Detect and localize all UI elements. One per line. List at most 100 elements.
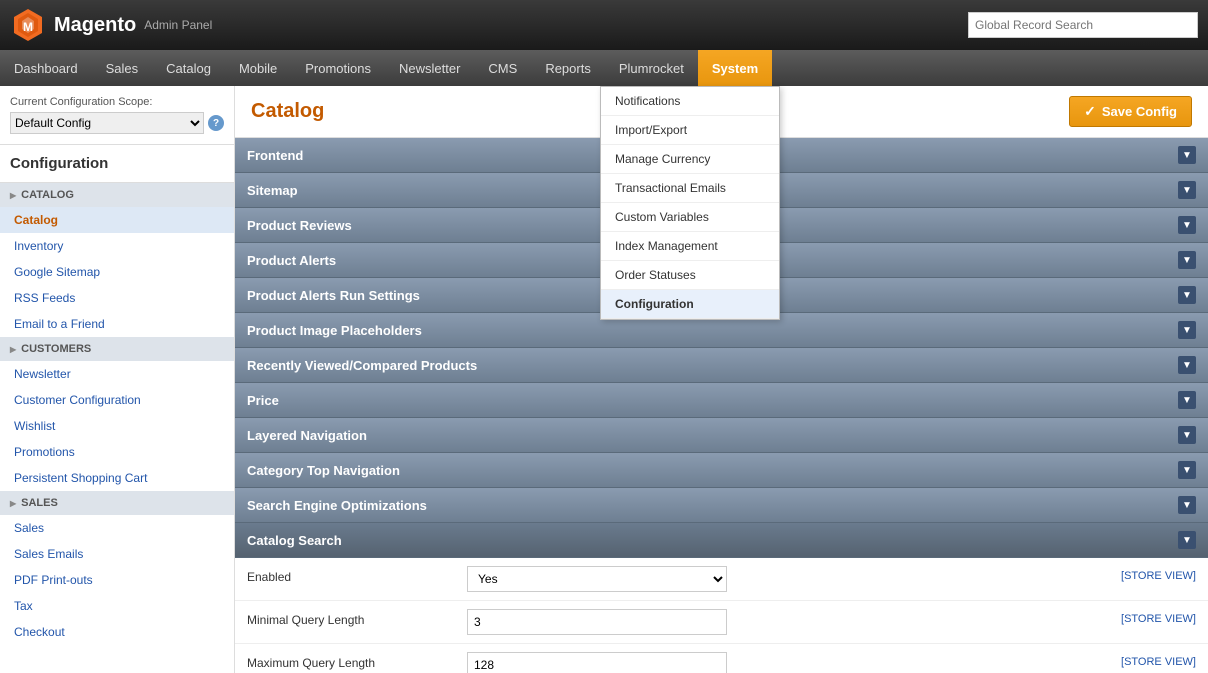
section-catalog-search-label: Catalog Search xyxy=(247,533,342,548)
page-title: Catalog xyxy=(251,100,324,123)
sidebar-link-wishlist[interactable]: Wishlist xyxy=(0,413,234,439)
section-product-image-chevron: ▼ xyxy=(1178,321,1196,339)
sidebar-link-pdf-printouts[interactable]: PDF Print-outs xyxy=(0,567,234,593)
section-category-nav-label: Category Top Navigation xyxy=(247,463,400,478)
logo-subtitle: Admin Panel xyxy=(144,18,212,32)
scope-help-icon[interactable]: ? xyxy=(208,115,224,131)
nav-newsletter[interactable]: Newsletter xyxy=(385,50,474,86)
nav-dashboard[interactable]: Dashboard xyxy=(0,50,92,86)
section-recently-viewed-label: Recently Viewed/Compared Products xyxy=(247,358,477,373)
logo-area: M Magento Admin Panel xyxy=(10,7,212,43)
section-frontend-label: Frontend xyxy=(247,148,303,163)
sidebar-config-title: Configuration xyxy=(0,145,234,183)
section-layered-nav-label: Layered Navigation xyxy=(247,428,367,443)
dropdown-manage-currency[interactable]: Manage Currency xyxy=(601,145,779,174)
dropdown-configuration[interactable]: Configuration xyxy=(601,290,779,319)
nav-plumrocket[interactable]: Plumrocket xyxy=(605,50,698,86)
scope-area: Current Configuration Scope: Default Con… xyxy=(0,86,234,145)
sidebar-link-newsletter[interactable]: Newsletter xyxy=(0,361,234,387)
section-frontend-chevron: ▼ xyxy=(1178,146,1196,164)
section-sitemap-label: Sitemap xyxy=(247,183,298,198)
sidebar-link-inventory[interactable]: Inventory xyxy=(0,233,234,259)
sidebar-link-rss-feeds[interactable]: RSS Feeds xyxy=(0,285,234,311)
section-category-nav-chevron: ▼ xyxy=(1178,461,1196,479)
sidebar-link-checkout[interactable]: Checkout xyxy=(0,619,234,645)
section-catalog-search-chevron: ▼ xyxy=(1178,531,1196,549)
form-field-min-query xyxy=(467,609,1105,635)
min-query-input[interactable] xyxy=(467,609,727,635)
global-search-input[interactable] xyxy=(968,12,1198,38)
nav-mobile[interactable]: Mobile xyxy=(225,50,291,86)
enabled-store-view[interactable]: [STORE VIEW] xyxy=(1121,566,1196,582)
sidebar-link-promotions[interactable]: Promotions xyxy=(0,439,234,465)
logo-title: Magento xyxy=(54,14,136,37)
dropdown-notifications[interactable]: Notifications xyxy=(601,87,779,116)
section-product-reviews-chevron: ▼ xyxy=(1178,216,1196,234)
form-row-min-query: Minimal Query Length [STORE VIEW] xyxy=(235,601,1208,644)
nav-catalog[interactable]: Catalog xyxy=(152,50,225,86)
section-layered-nav[interactable]: Layered Navigation ▼ xyxy=(235,418,1208,453)
system-dropdown: Notifications Import/Export Manage Curre… xyxy=(600,86,780,320)
nav-system[interactable]: System xyxy=(698,50,772,86)
section-sitemap-chevron: ▼ xyxy=(1178,181,1196,199)
form-label-max-query: Maximum Query Length xyxy=(247,652,467,670)
sidebar-link-email-friend[interactable]: Email to a Friend xyxy=(0,311,234,337)
form-field-max-query xyxy=(467,652,1105,673)
nav-reports[interactable]: Reports xyxy=(531,50,605,86)
section-recently-viewed-chevron: ▼ xyxy=(1178,356,1196,374)
sidebar-link-tax[interactable]: Tax xyxy=(0,593,234,619)
catalog-search-content: Enabled Yes No [STORE VIEW] Minimal Quer… xyxy=(235,558,1208,673)
section-product-alerts-label: Product Alerts xyxy=(247,253,336,268)
min-query-store-view[interactable]: [STORE VIEW] xyxy=(1121,609,1196,625)
scope-select[interactable]: Default Config xyxy=(10,112,204,134)
form-row-enabled: Enabled Yes No [STORE VIEW] xyxy=(235,558,1208,601)
sidebar-section-customers[interactable]: CUSTOMERS xyxy=(0,337,234,361)
form-label-enabled: Enabled xyxy=(247,566,467,584)
dropdown-transactional-emails[interactable]: Transactional Emails xyxy=(601,174,779,203)
section-layered-nav-chevron: ▼ xyxy=(1178,426,1196,444)
sidebar-link-customer-config[interactable]: Customer Configuration xyxy=(0,387,234,413)
dropdown-index-management[interactable]: Index Management xyxy=(601,232,779,261)
section-price-label: Price xyxy=(247,393,279,408)
nav-promotions[interactable]: Promotions xyxy=(291,50,385,86)
section-seo-chevron: ▼ xyxy=(1178,496,1196,514)
form-row-max-query: Maximum Query Length [STORE VIEW] xyxy=(235,644,1208,673)
form-label-min-query: Minimal Query Length xyxy=(247,609,467,627)
dropdown-custom-variables[interactable]: Custom Variables xyxy=(601,203,779,232)
sidebar-link-sales-emails[interactable]: Sales Emails xyxy=(0,541,234,567)
enabled-select[interactable]: Yes No xyxy=(467,566,727,592)
section-seo[interactable]: Search Engine Optimizations ▼ xyxy=(235,488,1208,523)
section-product-alerts-run-chevron: ▼ xyxy=(1178,286,1196,304)
scope-select-wrap: Default Config ? xyxy=(10,112,224,134)
section-product-alerts-run-label: Product Alerts Run Settings xyxy=(247,288,420,303)
sidebar-link-google-sitemap[interactable]: Google Sitemap xyxy=(0,259,234,285)
section-seo-label: Search Engine Optimizations xyxy=(247,498,427,513)
section-price-chevron: ▼ xyxy=(1178,391,1196,409)
section-catalog-search[interactable]: Catalog Search ▼ xyxy=(235,523,1208,558)
svg-text:M: M xyxy=(23,20,33,34)
nav-sales[interactable]: Sales xyxy=(92,50,153,86)
section-product-image-label: Product Image Placeholders xyxy=(247,323,422,338)
dropdown-import-export[interactable]: Import/Export xyxy=(601,116,779,145)
save-config-button[interactable]: Save Config xyxy=(1069,96,1192,127)
sidebar-section-catalog[interactable]: CATALOG xyxy=(0,183,234,207)
sidebar-link-sales[interactable]: Sales xyxy=(0,515,234,541)
max-query-store-view[interactable]: [STORE VIEW] xyxy=(1121,652,1196,668)
sidebar: Current Configuration Scope: Default Con… xyxy=(0,86,235,673)
section-product-alerts-chevron: ▼ xyxy=(1178,251,1196,269)
section-category-nav[interactable]: Category Top Navigation ▼ xyxy=(235,453,1208,488)
sidebar-section-sales[interactable]: SALES xyxy=(0,491,234,515)
section-price[interactable]: Price ▼ xyxy=(235,383,1208,418)
sidebar-link-persistent-cart[interactable]: Persistent Shopping Cart xyxy=(0,465,234,491)
header: M Magento Admin Panel xyxy=(0,0,1208,50)
scope-label: Current Configuration Scope: xyxy=(10,96,224,108)
sidebar-link-catalog[interactable]: Catalog xyxy=(0,207,234,233)
form-field-enabled: Yes No xyxy=(467,566,1105,592)
magento-logo-icon: M xyxy=(10,7,46,43)
navbar: Dashboard Sales Catalog Mobile Promotion… xyxy=(0,50,1208,86)
max-query-input[interactable] xyxy=(467,652,727,673)
section-recently-viewed[interactable]: Recently Viewed/Compared Products ▼ xyxy=(235,348,1208,383)
nav-cms[interactable]: CMS xyxy=(474,50,531,86)
dropdown-order-statuses[interactable]: Order Statuses xyxy=(601,261,779,290)
section-product-reviews-label: Product Reviews xyxy=(247,218,352,233)
